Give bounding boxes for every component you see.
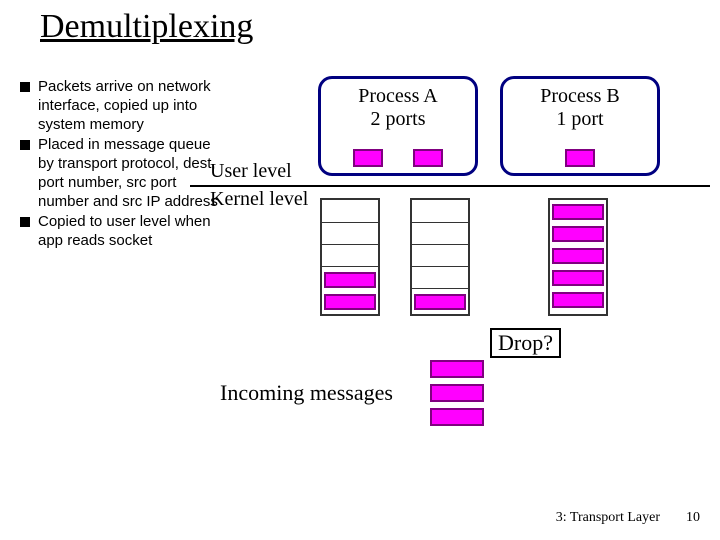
- message-icon: [414, 294, 466, 310]
- bullet-marker-icon: [20, 82, 30, 92]
- message-icon: [430, 408, 484, 426]
- message-icon: [552, 292, 604, 308]
- process-b-box: Process B 1 port: [500, 76, 660, 176]
- user-level-label: User level: [210, 160, 292, 183]
- list-item: Packets arrive on network interface, cop…: [20, 78, 220, 134]
- drop-label: Drop?: [490, 328, 561, 358]
- message-icon: [552, 226, 604, 242]
- message-icon: [552, 204, 604, 220]
- bullet-marker-icon: [20, 140, 30, 150]
- port-icon: [353, 149, 383, 167]
- list-item: Copied to user level when app reads sock…: [20, 213, 220, 251]
- incoming-messages-label: Incoming messages: [220, 380, 393, 406]
- user-kernel-divider: [190, 185, 710, 187]
- message-icon: [552, 270, 604, 286]
- queue-a1: [320, 198, 380, 316]
- message-icon: [430, 360, 484, 378]
- message-icon: [324, 294, 376, 310]
- process-a-box: Process A 2 ports: [318, 76, 478, 176]
- bullet-marker-icon: [20, 217, 30, 227]
- bullet-text: Packets arrive on network interface, cop…: [38, 78, 220, 134]
- list-item: Placed in message queue by transport pro…: [20, 136, 220, 211]
- process-a-name: Process A: [321, 85, 475, 108]
- process-b-ports-label: 1 port: [503, 108, 657, 131]
- slide-title: Demultiplexing: [40, 8, 253, 46]
- bullet-text: Copied to user level when app reads sock…: [38, 213, 220, 251]
- process-b-name: Process B: [503, 85, 657, 108]
- diagram-area: Process A 2 ports Process B 1 port User …: [210, 70, 690, 500]
- message-icon: [324, 272, 376, 288]
- message-icon: [552, 248, 604, 264]
- port-icon: [413, 149, 443, 167]
- footer-section-label: 3: Transport Layer: [556, 510, 660, 526]
- queue-a2: [410, 198, 470, 316]
- bullet-list: Packets arrive on network interface, cop…: [20, 78, 220, 253]
- page-number: 10: [686, 510, 700, 526]
- queue-b1: [548, 198, 608, 316]
- bullet-text: Placed in message queue by transport pro…: [38, 136, 220, 211]
- message-icon: [430, 384, 484, 402]
- process-a-ports-label: 2 ports: [321, 108, 475, 131]
- port-icon: [565, 149, 595, 167]
- kernel-level-label: Kernel level: [210, 188, 308, 211]
